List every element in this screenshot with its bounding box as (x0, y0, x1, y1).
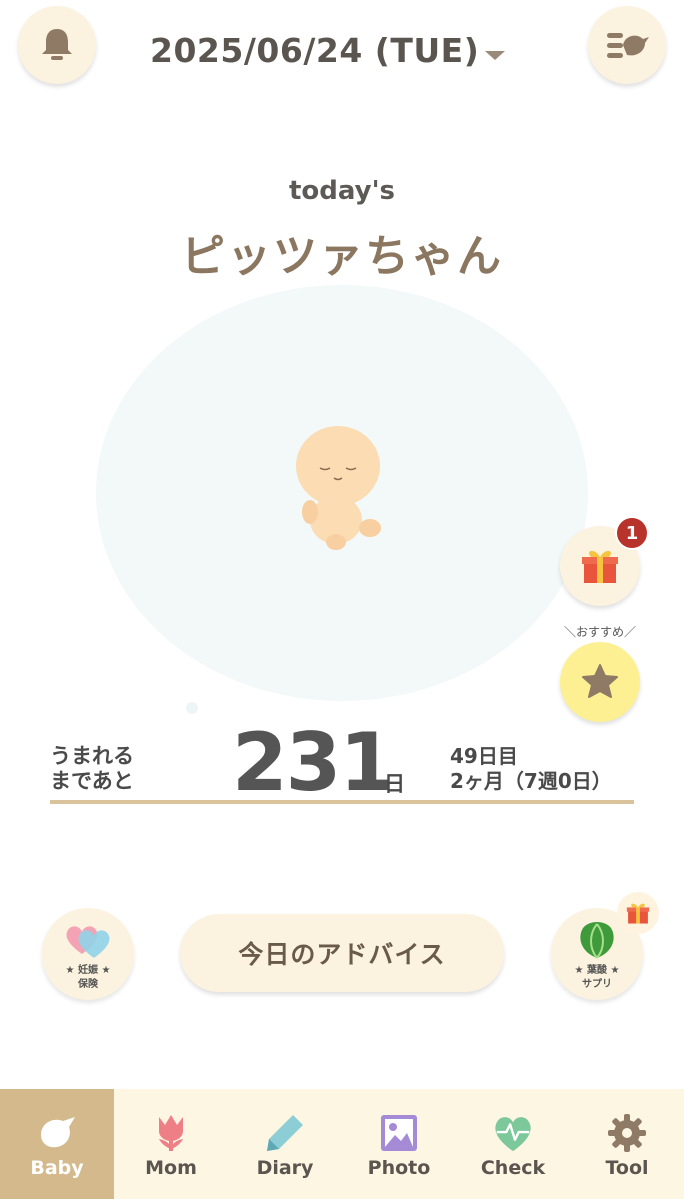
insurance-label-line1: ★ 妊娠 ★ (65, 965, 111, 976)
tab-photo[interactable]: Photo (342, 1089, 456, 1199)
tab-mom[interactable]: Mom (114, 1089, 228, 1199)
divider-line (50, 800, 634, 804)
pen-icon (263, 1111, 307, 1155)
hearts-icon (66, 926, 110, 958)
tab-label: Baby (30, 1157, 84, 1179)
recommend-button[interactable] (560, 642, 640, 722)
week-count: 2ヶ月（7週0日） (450, 769, 612, 793)
tab-check[interactable]: Check (456, 1089, 570, 1199)
tab-label: Tool (605, 1157, 649, 1179)
bird-icon (35, 1111, 79, 1155)
tab-baby[interactable]: Baby (0, 1089, 114, 1199)
tab-label: Mom (145, 1157, 197, 1179)
spinach-icon (580, 922, 614, 959)
until-birth-label: うまれる まであと (50, 744, 134, 793)
bubble-decoration (186, 702, 198, 714)
menu-bird-icon (607, 33, 649, 58)
date-selector[interactable]: 2025/06/24 (TUE) (150, 22, 550, 78)
tab-label: Check (480, 1157, 546, 1179)
gift-icon (626, 903, 650, 924)
days-unit: 日 (384, 772, 405, 796)
baby-illustration[interactable] (290, 420, 400, 560)
current-date: 2025/06/24 (TUE) (150, 30, 480, 70)
folic-label-line1: ★ 葉酸 ★ (574, 965, 620, 976)
gift-notification-badge: 1 (615, 516, 649, 550)
pregnancy-insurance-button[interactable]: ★ 妊娠 ★ 保険 (42, 908, 134, 1000)
todays-advice-button[interactable]: 今日のアドバイス (180, 914, 504, 992)
gift-icon (582, 550, 618, 583)
tab-diary[interactable]: Diary (228, 1089, 342, 1199)
tulip-icon (149, 1111, 193, 1155)
days-remaining-count: 231 (232, 716, 395, 809)
tab-label: Diary (256, 1157, 314, 1179)
insurance-label-line2: 保険 (78, 979, 98, 990)
day-of-month: 49日目 (450, 744, 518, 768)
star-icon (582, 664, 618, 698)
gear-icon (605, 1111, 649, 1155)
bottom-tab-bar: Baby Mom Diary Photo Check Tool (0, 1089, 684, 1199)
folic-label-line2: サプリ (582, 979, 612, 990)
menu-button[interactable] (588, 6, 666, 84)
heart-pulse-icon (491, 1111, 535, 1155)
chevron-down-icon (485, 50, 506, 60)
recommend-label: ＼おすすめ／ (563, 625, 636, 639)
folic-gift-badge (617, 892, 659, 934)
pregnancy-age-info: 49日目 2ヶ月（7週0日） (450, 744, 612, 794)
photo-icon (377, 1111, 421, 1155)
bell-icon (42, 29, 72, 60)
today-label: today's (288, 176, 396, 206)
tab-label: Photo (367, 1157, 431, 1179)
notification-button[interactable] (18, 6, 96, 84)
tab-tool[interactable]: Tool (570, 1089, 684, 1199)
baby-name: ピッツァちゃん (181, 231, 503, 282)
